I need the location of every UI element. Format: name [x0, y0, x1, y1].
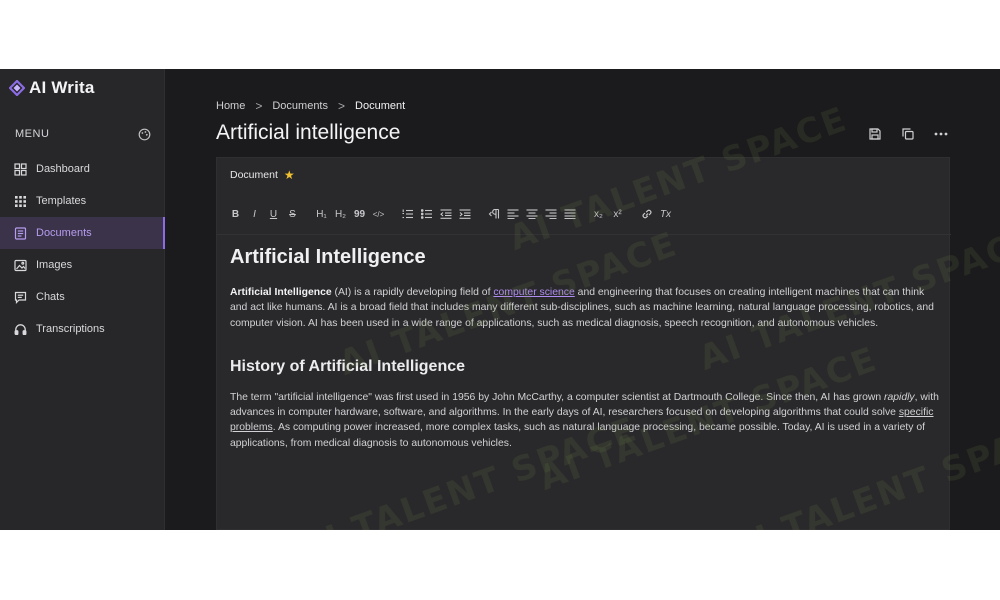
sidebar-item-chats[interactable]: Chats: [0, 281, 165, 313]
heading1-button[interactable]: H₁: [315, 206, 328, 222]
paragraph-text: The term "artificial intelligence" was f…: [230, 391, 885, 403]
templates-grid-icon: [14, 195, 27, 208]
align-center-icon: [526, 209, 537, 219]
text-direction-icon: [488, 209, 499, 219]
menu-label: MENU: [15, 128, 50, 140]
align-justify-icon: [564, 209, 575, 219]
breadcrumb-documents[interactable]: Documents: [272, 100, 328, 112]
bullet-list-button[interactable]: [420, 206, 433, 222]
outdent-button[interactable]: [439, 206, 452, 222]
align-right-icon: [545, 209, 556, 219]
blockquote-button[interactable]: 99: [353, 206, 366, 222]
headphones-icon: [14, 323, 27, 336]
code-button[interactable]: </>: [372, 206, 385, 222]
image-icon: [14, 259, 27, 272]
more-icon: [934, 132, 948, 136]
underline-button[interactable]: U: [267, 206, 280, 222]
copy-icon: [902, 128, 914, 140]
sidebar-item-label: Chats: [36, 291, 65, 303]
paragraph-text: (AI) is a rapidly developing field of: [331, 287, 494, 298]
sidebar-item-dashboard[interactable]: Dashboard: [0, 153, 165, 185]
more-options-button[interactable]: [934, 127, 948, 141]
ordered-list-icon: [402, 209, 413, 219]
link-icon: [642, 209, 651, 219]
italic-button[interactable]: I: [248, 206, 261, 222]
clear-format-button[interactable]: Tx: [659, 206, 672, 222]
align-justify-button[interactable]: [563, 206, 576, 222]
breadcrumb-separator: >: [255, 99, 263, 113]
text-direction-button[interactable]: [487, 206, 500, 222]
breadcrumb: Home > Documents > Document: [216, 99, 405, 113]
sidebar-item-documents[interactable]: Documents: [0, 217, 165, 249]
computer-science-link[interactable]: computer science: [493, 287, 574, 298]
main-content: Home > Documents > Document Artificial i…: [165, 69, 1000, 530]
superscript-button[interactable]: x²: [611, 206, 624, 222]
brand[interactable]: AI Writa: [8, 77, 95, 99]
save-icon: [869, 128, 881, 140]
strikethrough-button[interactable]: S: [286, 206, 299, 222]
subscript-button[interactable]: x₂: [592, 206, 605, 222]
documents-icon: [14, 226, 27, 240]
dashboard-icon: [14, 162, 27, 176]
sidebar-item-transcriptions[interactable]: Transcriptions: [0, 313, 165, 345]
align-left-button[interactable]: [506, 206, 519, 222]
breadcrumb-current: Document: [355, 100, 406, 112]
sidebar-item-templates[interactable]: Templates: [0, 185, 165, 217]
outdent-icon: [439, 209, 451, 219]
breadcrumb-separator: >: [338, 99, 346, 113]
sidebar-item-label: Templates: [36, 195, 87, 207]
chat-icon: [14, 291, 27, 304]
paragraph-text: . As computing power increased, more com…: [230, 422, 926, 449]
document-heading: Artificial Intelligence: [230, 246, 426, 268]
paragraph-history: The term "artificial intelligence" was f…: [230, 390, 942, 451]
heading2-button[interactable]: H₂: [334, 206, 347, 222]
save-button[interactable]: [868, 127, 882, 141]
toolbar-divider: [217, 234, 951, 235]
menu-header: MENU: [15, 127, 151, 141]
document-body[interactable]: Artificial Intelligence Artificial Intel…: [230, 246, 942, 451]
bullet-list-icon: [420, 209, 432, 219]
copy-button[interactable]: [901, 127, 915, 141]
sidebar-item-label: Transcriptions: [36, 323, 105, 335]
sidebar-item-label: Dashboard: [36, 163, 90, 175]
align-right-button[interactable]: [544, 206, 557, 222]
align-center-button[interactable]: [525, 206, 538, 222]
breadcrumb-home[interactable]: Home: [216, 100, 245, 112]
brand-name: AI Writa: [29, 78, 95, 97]
align-left-icon: [507, 209, 518, 219]
document-header: Document ★: [217, 158, 951, 192]
page-title: Artificial intelligence: [216, 121, 401, 144]
document-subheading: History of Artificial Intelligence: [230, 357, 466, 375]
link-button[interactable]: [640, 206, 653, 222]
sidebar-item-label: Images: [36, 259, 73, 271]
sidebar: AI Writa MENU Dashboard Templates Docume…: [0, 69, 165, 530]
bold-button[interactable]: B: [229, 206, 242, 222]
palette-icon[interactable]: [138, 128, 151, 141]
indent-button[interactable]: [458, 206, 471, 222]
sidebar-item-images[interactable]: Images: [0, 249, 165, 281]
formatting-toolbar: B I U S H₁ H₂ 99 </> x₂ x² Tx: [229, 202, 678, 226]
document-label: Document: [230, 169, 278, 181]
sidebar-nav: Dashboard Templates Documents Images Cha…: [0, 153, 165, 345]
favorite-star-icon[interactable]: ★: [284, 168, 295, 182]
italic-text: rapidly: [884, 391, 915, 403]
sidebar-item-label: Documents: [36, 227, 92, 239]
indent-icon: [459, 209, 470, 219]
paragraph-intro: Artificial Intelligence (AI) is a rapidl…: [230, 285, 942, 331]
document-actions: [868, 127, 948, 141]
bold-text: Artificial Intelligence: [230, 287, 332, 298]
brand-logo-icon: [8, 79, 26, 97]
ordered-list-button[interactable]: [401, 206, 414, 222]
app-window: AI Writa MENU Dashboard Templates Docume…: [0, 69, 1000, 530]
document-editor: Document ★ B I U S H₁ H₂ 99 </> x₂ x² Tx…: [216, 157, 951, 530]
